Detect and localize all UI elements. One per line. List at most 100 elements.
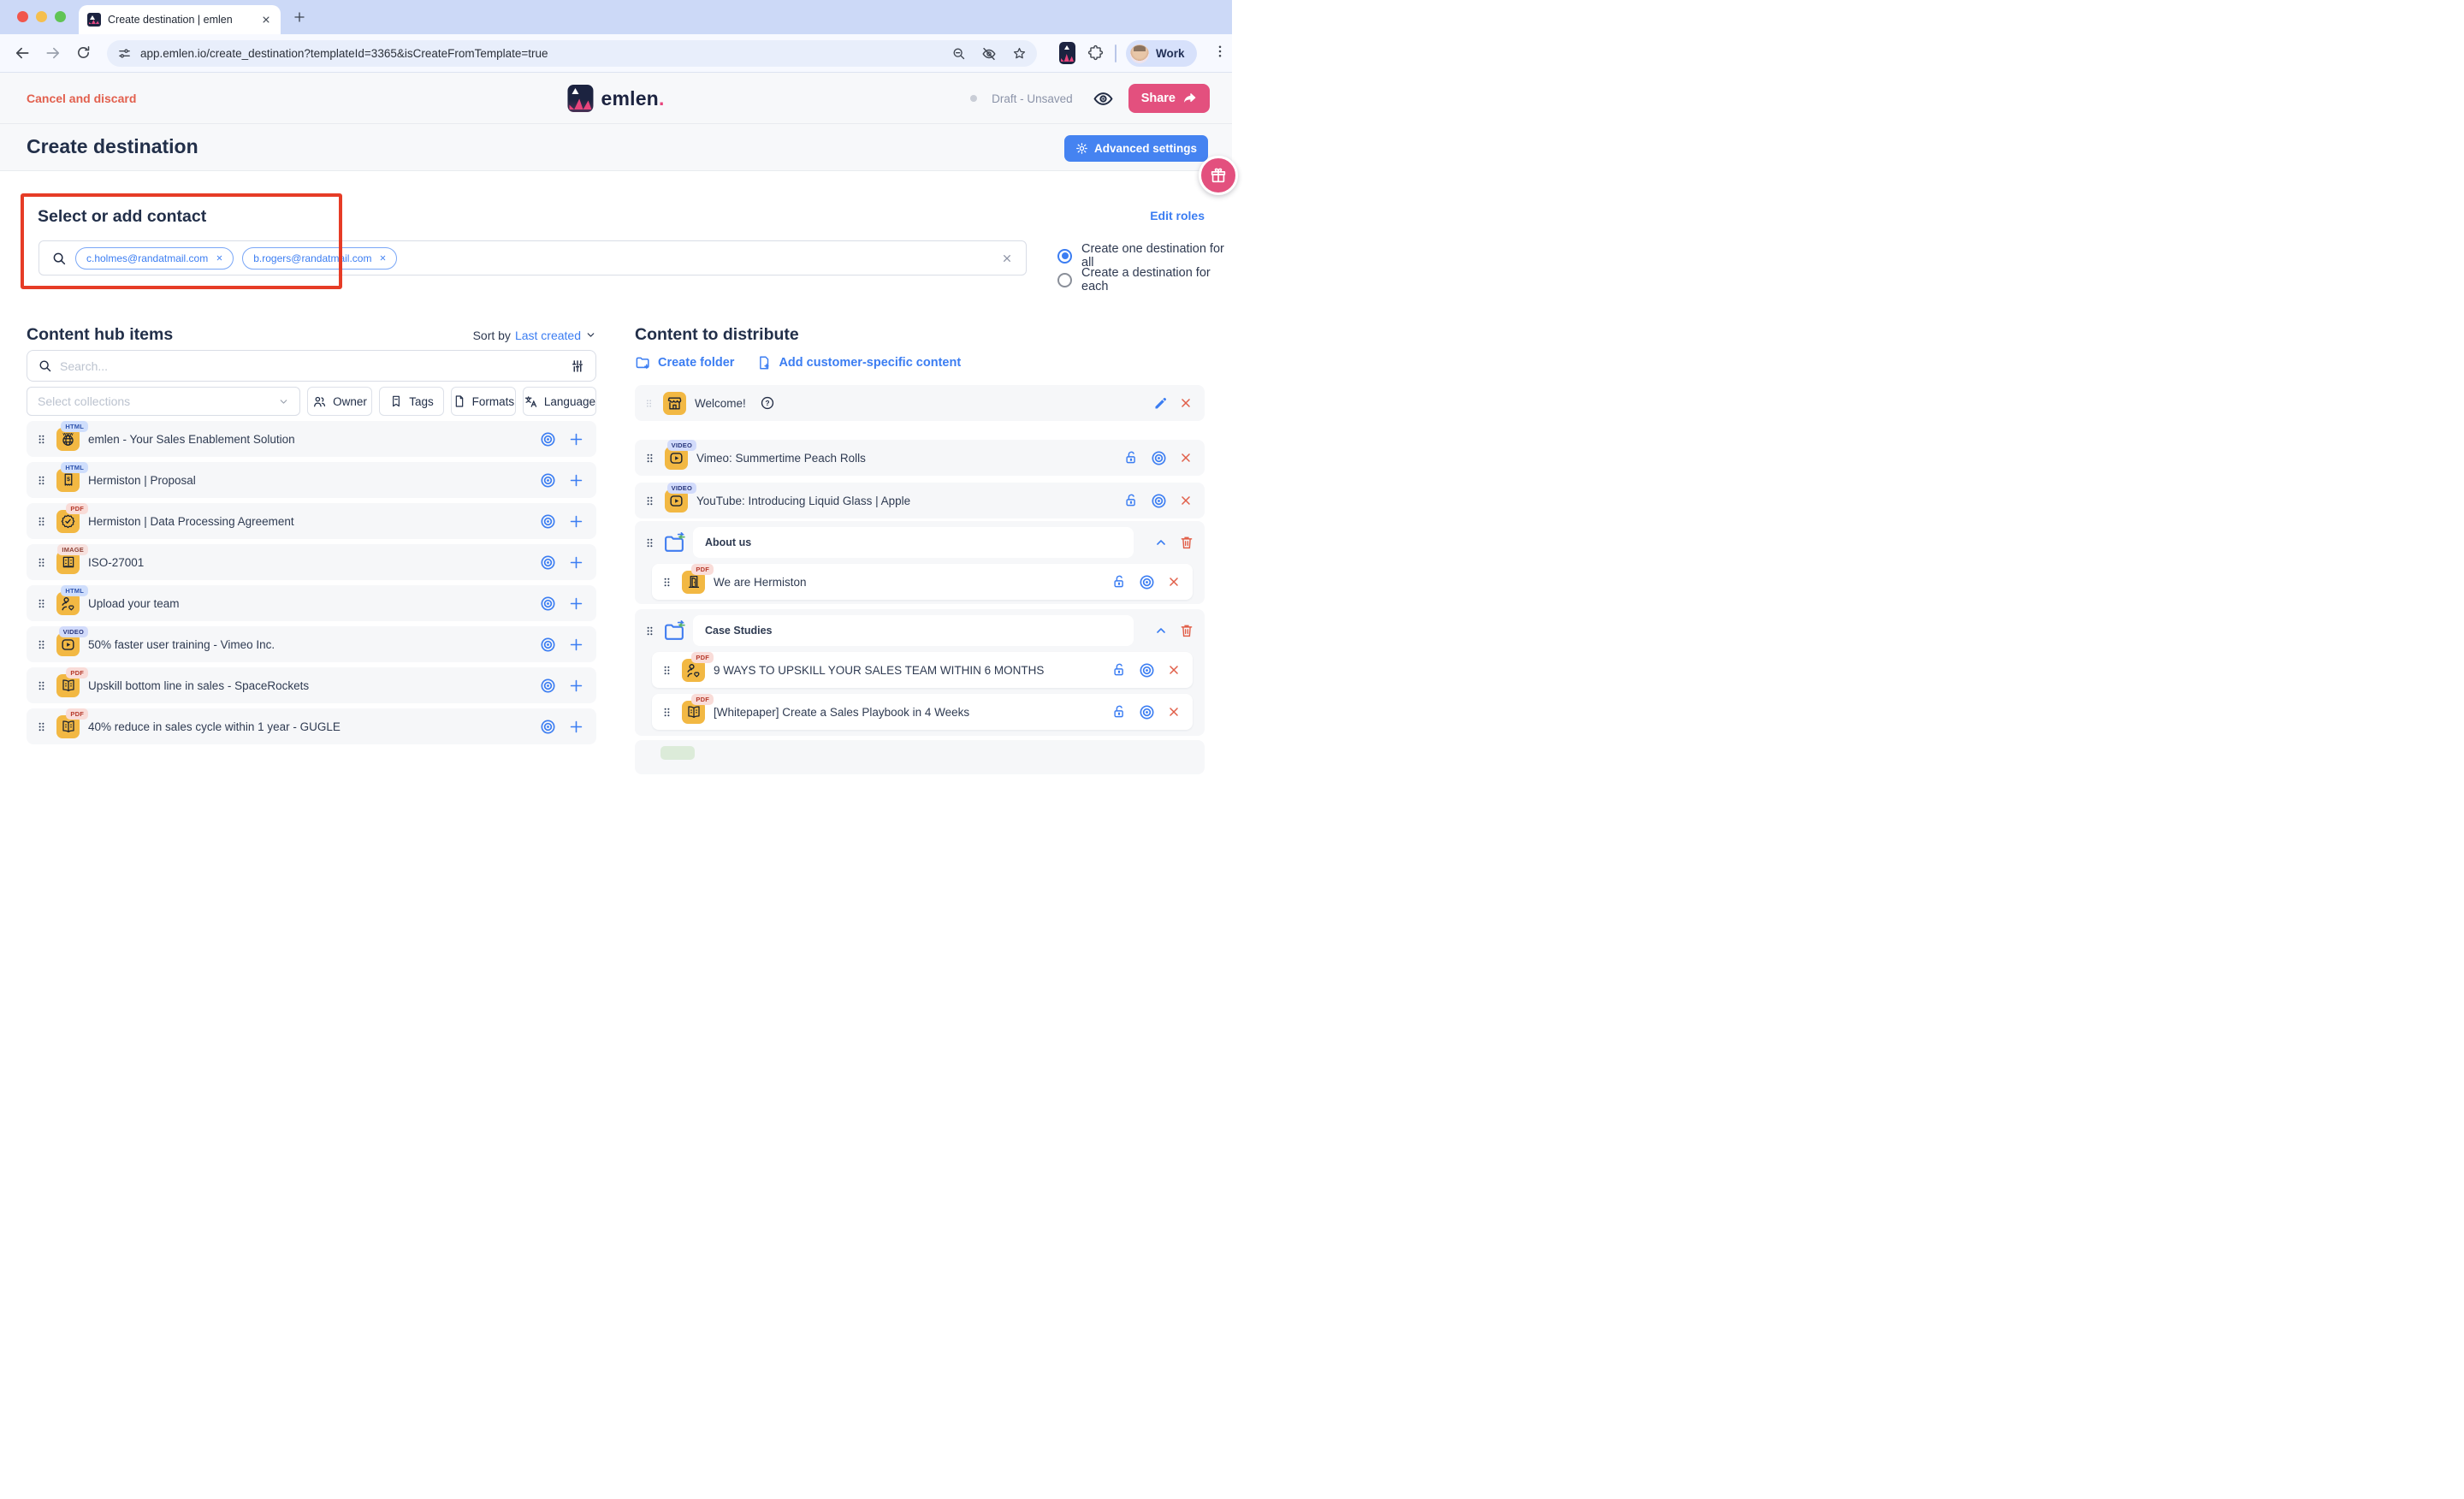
preview-icon[interactable] (1150, 492, 1168, 510)
drag-handle-icon[interactable] (35, 638, 48, 651)
filter-owner-button[interactable]: Owner (307, 387, 372, 416)
radio-selected-icon[interactable] (1057, 248, 1072, 264)
add-item-icon[interactable] (568, 554, 584, 571)
radio-destination-each[interactable]: Create a destination for each (1057, 266, 1232, 293)
hub-search-input[interactable] (60, 358, 562, 373)
remove-icon[interactable] (1179, 451, 1193, 465)
select-collections-dropdown[interactable]: Select collections (27, 387, 300, 416)
hub-list-item[interactable]: HTML emlen - Your Sales Enablement Solut… (27, 420, 596, 457)
hub-search-box[interactable] (27, 350, 596, 382)
drag-handle-icon[interactable] (35, 720, 48, 733)
remove-icon[interactable] (1179, 396, 1193, 410)
close-tab-icon[interactable] (260, 14, 272, 26)
folder-child-item[interactable]: PDF 9 WAYS TO UPSKILL YOUR SALES TEAM WI… (652, 651, 1193, 688)
preview-icon[interactable] (539, 554, 557, 572)
remove-contact-icon[interactable] (378, 253, 388, 263)
drag-handle-icon[interactable] (35, 433, 48, 446)
filter-language-button[interactable]: Language (522, 387, 596, 416)
drag-handle-icon[interactable] (660, 664, 673, 677)
remove-icon[interactable] (1179, 494, 1193, 507)
preview-destination-eye-icon[interactable] (1093, 88, 1114, 110)
edit-pencil-icon[interactable] (1153, 396, 1168, 411)
cancel-and-discard-link[interactable]: Cancel and discard (27, 92, 136, 105)
preview-icon[interactable] (539, 471, 557, 489)
reload-icon[interactable] (75, 44, 92, 61)
drag-handle-icon[interactable] (660, 576, 673, 589)
drag-handle-icon[interactable] (643, 495, 656, 507)
hub-list-item[interactable]: HTML Hermiston | Proposal (27, 461, 596, 498)
remove-contact-icon[interactable] (215, 253, 224, 263)
sort-by-dropdown[interactable]: Sort by Last created (473, 329, 596, 342)
drag-handle-icon[interactable] (35, 474, 48, 487)
unlock-icon[interactable] (1111, 662, 1127, 678)
unlock-icon[interactable] (1111, 574, 1127, 590)
preview-icon[interactable] (1138, 573, 1156, 591)
preview-icon[interactable] (539, 513, 557, 530)
hub-list-item[interactable]: VIDEO 50% faster user training - Vimeo I… (27, 625, 596, 662)
preview-icon[interactable] (539, 636, 557, 654)
filter-formats-button[interactable]: Formats (450, 387, 516, 416)
folder-name-input[interactable]: Case Studies (693, 615, 1134, 646)
drag-handle-icon[interactable] (643, 452, 656, 465)
add-item-icon[interactable] (568, 637, 584, 653)
drag-handle-icon[interactable] (35, 515, 48, 528)
delete-folder-icon[interactable] (1179, 623, 1194, 638)
browser-menu-icon[interactable] (1212, 44, 1228, 59)
add-item-icon[interactable] (568, 513, 584, 530)
delete-folder-icon[interactable] (1179, 535, 1194, 550)
extensions-puzzle-icon[interactable] (1087, 44, 1104, 61)
add-item-icon[interactable] (568, 678, 584, 694)
hub-list-item[interactable]: PDF 40% reduce in sales cycle within 1 y… (27, 708, 596, 744)
hub-list-item[interactable]: PDF Upskill bottom line in sales - Space… (27, 667, 596, 703)
radio-unselected-icon[interactable] (1057, 272, 1072, 287)
drag-handle-icon[interactable] (35, 679, 48, 692)
preview-icon[interactable] (539, 718, 557, 736)
add-customer-specific-content-button[interactable]: Add customer-specific content (756, 354, 961, 370)
hub-list-item[interactable]: PDF Hermiston | Data Processing Agreemen… (27, 502, 596, 539)
drag-handle-icon[interactable] (35, 556, 48, 569)
preview-icon[interactable] (1138, 661, 1156, 679)
unlock-icon[interactable] (1123, 450, 1139, 465)
maximize-window-button[interactable] (55, 11, 66, 22)
minimize-window-button[interactable] (36, 11, 47, 22)
help-icon[interactable] (760, 395, 775, 411)
share-button[interactable]: Share (1128, 84, 1210, 113)
edit-roles-link[interactable]: Edit roles (1150, 209, 1205, 222)
unlock-icon[interactable] (1111, 704, 1127, 720)
preview-icon[interactable] (539, 677, 557, 695)
filter-sliders-icon[interactable] (570, 358, 585, 374)
distribute-item[interactable]: VIDEO YouTube: Introducing Liquid Glass … (635, 482, 1205, 518)
address-bar[interactable]: app.emlen.io/create_destination?template… (107, 40, 1037, 67)
create-folder-button[interactable]: Create folder (635, 354, 734, 370)
preview-icon[interactable] (539, 430, 557, 448)
drag-handle-icon[interactable] (35, 597, 48, 610)
hub-list-item[interactable]: IMAGE ISO-27001 (27, 543, 596, 580)
collapse-chevron-icon[interactable] (1154, 536, 1168, 549)
close-window-button[interactable] (17, 11, 28, 22)
advanced-settings-button[interactable]: Advanced settings (1063, 135, 1208, 162)
add-item-icon[interactable] (568, 595, 584, 612)
drag-handle-icon[interactable] (643, 398, 654, 409)
folder-child-item[interactable]: PDF [Whitepaper] Create a Sales Playbook… (652, 693, 1193, 730)
remove-icon[interactable] (1167, 705, 1181, 719)
unlock-icon[interactable] (1123, 493, 1139, 508)
contact-chip[interactable]: c.holmes@randatmail.com (75, 246, 234, 270)
add-item-icon[interactable] (568, 472, 584, 489)
filter-tags-button[interactable]: Tags (378, 387, 444, 416)
clear-contacts-icon[interactable] (1000, 252, 1014, 265)
new-tab-button[interactable] (293, 10, 306, 24)
emlen-extension-icon[interactable] (1059, 42, 1075, 64)
folder-name-input[interactable]: About us (693, 527, 1134, 558)
contact-chip[interactable]: b.rogers@randatmail.com (242, 246, 398, 270)
preview-icon[interactable] (1138, 703, 1156, 721)
browser-profile[interactable]: Work (1126, 40, 1197, 67)
remove-icon[interactable] (1167, 663, 1181, 677)
distribute-item[interactable]: VIDEO Vimeo: Summertime Peach Rolls (635, 439, 1205, 476)
preview-icon[interactable] (539, 595, 557, 613)
site-settings-icon[interactable] (117, 46, 132, 61)
preview-icon[interactable] (1150, 449, 1168, 467)
drag-handle-icon[interactable] (643, 625, 656, 637)
welcome-item[interactable]: Welcome! (635, 385, 1205, 421)
gift-promo-button[interactable] (1199, 156, 1238, 195)
contact-search-input[interactable]: c.holmes@randatmail.com b.rogers@randatm… (38, 240, 1027, 276)
